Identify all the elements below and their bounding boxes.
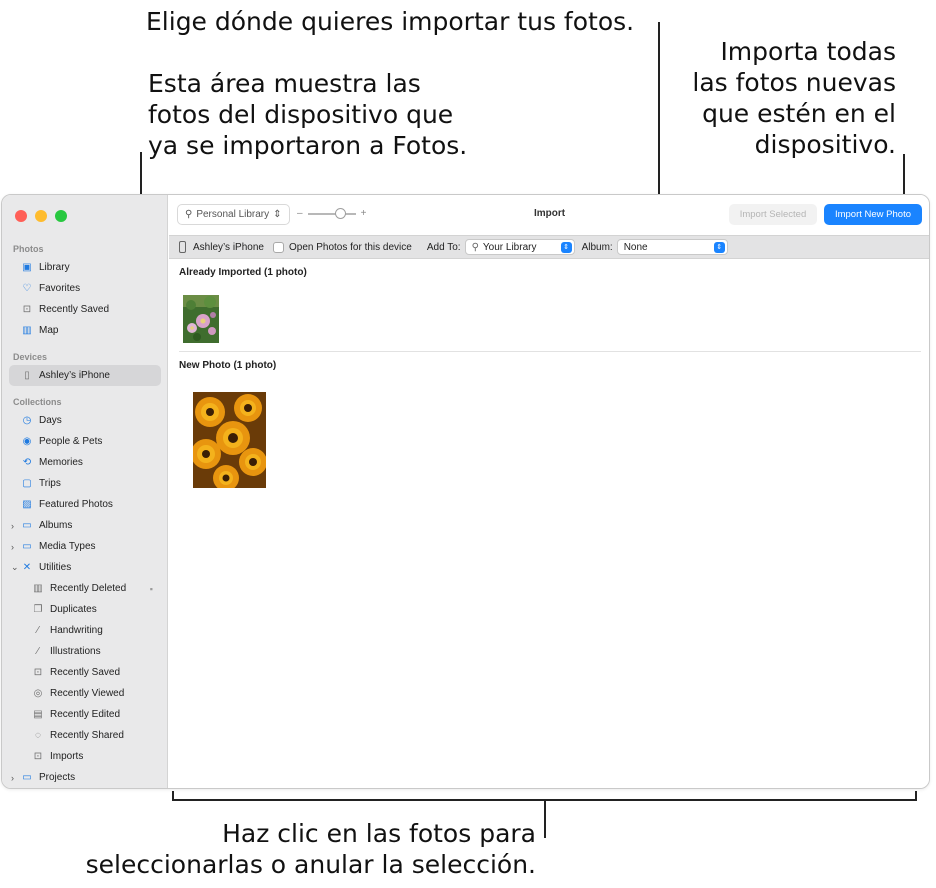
brush-icon: ∕ — [37, 645, 39, 657]
tools-icon: ✕ — [22, 561, 32, 573]
bracket-content-left — [172, 791, 174, 801]
add-to-label: Add To: — [426, 241, 461, 253]
chevron-updown-icon: ⇕ — [273, 209, 282, 220]
close-window-button[interactable] — [15, 210, 27, 222]
sidebar-item-recently-deleted[interactable]: ▥ Recently Deleted ▪ — [9, 578, 161, 599]
photos-window: Photos ▣ Library ♡ Favorites ⊡ Recently Sav… — [1, 194, 930, 789]
edit-icon: ▤ — [33, 708, 43, 720]
suitcase-icon: ▢ — [22, 477, 32, 489]
toolbar: ⚲ Personal Library ⇕ – + Import Import S… — [169, 195, 929, 235]
person-icon: ⚲ — [471, 241, 479, 253]
heart-icon: ♡ — [22, 282, 32, 294]
library-selector[interactable]: ⚲ Personal Library ⇕ — [177, 204, 290, 225]
already-imported-photo-thumbnail[interactable] — [183, 295, 219, 343]
photo-icon: ▨ — [22, 498, 32, 510]
sidebar-item-illustrations[interactable]: ∕ Illustrations — [9, 641, 161, 662]
memories-icon: ⟲ — [22, 456, 32, 468]
window-controls — [15, 210, 67, 222]
zoom-window-button[interactable] — [55, 210, 67, 222]
sidebar-item-favorites[interactable]: ♡ Favorites — [9, 278, 161, 299]
tray-icon: ⊡ — [33, 666, 43, 678]
new-photo-thumbnail[interactable] — [193, 392, 266, 488]
sidebar-item-media-types[interactable]: › ▭ Media Types — [9, 536, 161, 557]
library-icon: ▣ — [22, 261, 32, 273]
pen-icon: ⁄ — [37, 624, 39, 636]
lock-icon: ▪ — [149, 583, 153, 594]
minimize-window-button[interactable] — [35, 210, 47, 222]
sidebar-item-recently-viewed[interactable]: ◎ Recently Viewed — [9, 683, 161, 704]
chevron-updown-icon: ⇕ — [560, 242, 572, 253]
album-label: Album: — [581, 241, 613, 253]
orange-flowers-photo — [193, 392, 266, 488]
tray-icon: ⊡ — [22, 303, 32, 315]
trash-icon: ▥ — [33, 582, 43, 594]
bracket-content-right — [915, 791, 917, 801]
zoom-control: – + — [297, 207, 367, 219]
sidebar-item-days[interactable]: ◷ Days — [9, 410, 161, 431]
duplicate-icon: ❐ — [33, 603, 43, 615]
zoom-slider-knob[interactable] — [334, 207, 346, 219]
chevron-right-icon[interactable]: › — [11, 542, 14, 552]
sidebar-item-trips[interactable]: ▢ Trips — [9, 473, 161, 494]
iphone-icon: ▯ — [24, 369, 30, 381]
sidebar-item-projects[interactable]: › ▭ Projects — [9, 767, 161, 788]
sidebar-item-albums[interactable]: › ▭ Albums — [9, 515, 161, 536]
sidebar-item-handwriting[interactable]: ⁄ Handwriting — [9, 620, 161, 641]
chevron-right-icon[interactable]: › — [11, 773, 14, 783]
new-photo-header: New Photo (1 photo) — [179, 360, 277, 371]
sidebar-item-duplicates[interactable]: ❐ Duplicates — [9, 599, 161, 620]
open-photos-label[interactable]: Open Photos for this device — [289, 242, 412, 253]
sidebar-section-devices: Devices — [13, 352, 48, 362]
import-new-photo-button[interactable]: Import New Photo — [824, 204, 922, 225]
device-name: Ashley’s iPhone — [193, 241, 264, 253]
pink-flowers-photo — [183, 295, 219, 343]
callout-import-all: Importa todas las fotos nuevas que estén… — [692, 37, 896, 159]
sidebar-item-recently-edited[interactable]: ▤ Recently Edited — [9, 704, 161, 725]
iphone-icon — [179, 241, 186, 253]
sidebar-item-featured-photos[interactable]: ▨ Featured Photos — [9, 494, 161, 515]
zoom-slider[interactable] — [307, 207, 356, 219]
sidebar-item-memories[interactable]: ⟲ Memories — [9, 452, 161, 473]
import-selected-button[interactable]: Import Selected — [729, 204, 817, 225]
chevron-right-icon[interactable]: › — [11, 521, 14, 531]
map-icon: ▥ — [22, 324, 32, 336]
sidebar-item-map[interactable]: ▥ Map — [9, 320, 161, 341]
chevron-down-icon[interactable]: ⌄ — [11, 562, 19, 573]
album-select[interactable]: None ⇕ — [616, 239, 728, 255]
window-title: Import — [534, 208, 566, 219]
already-imported-header: Already Imported (1 photo) — [179, 267, 307, 278]
section-divider — [179, 351, 921, 352]
person-circle-icon: ◉ — [22, 435, 32, 447]
import-content: Already Imported (1 photo) New Photo (1 … — [169, 260, 929, 788]
leader-line-click-photos — [544, 800, 546, 838]
tray-icon: ⊡ — [33, 750, 43, 762]
sidebar-section-collections: Collections — [13, 397, 62, 407]
sidebar-item-library[interactable]: ▣ Library — [9, 257, 161, 278]
open-photos-checkbox[interactable] — [272, 241, 284, 253]
eye-icon: ◎ — [33, 687, 43, 699]
share-icon: ◌ — [35, 729, 41, 741]
zoom-out-label[interactable]: – — [297, 208, 303, 219]
sidebar-item-utilities[interactable]: ⌄ ✕ Utilities — [9, 557, 161, 578]
person-icon: ⚲ — [185, 209, 193, 220]
zoom-in-label[interactable]: + — [361, 208, 367, 219]
sidebar: Photos ▣ Library ♡ Favorites ⊡ Recently Sav… — [2, 195, 168, 788]
sidebar-section-photos: Photos — [13, 244, 44, 254]
sidebar-item-recently-shared[interactable]: ◌ Recently Shared — [9, 725, 161, 746]
sidebar-item-imports[interactable]: ⊡ Imports — [9, 746, 161, 767]
callout-already-imported: Esta área muestra las fotos del disposit… — [148, 69, 468, 160]
folder-icon: ▭ — [22, 540, 32, 552]
callout-destination: Elige dónde quieres importar tus fotos. — [146, 7, 635, 36]
sidebar-item-recently-saved-util[interactable]: ⊡ Recently Saved — [9, 662, 161, 683]
folder-icon: ▭ — [22, 519, 32, 531]
sidebar-item-people-pets[interactable]: ◉ People & Pets — [9, 431, 161, 452]
sidebar-item-recently-saved[interactable]: ⊡ Recently Saved — [9, 299, 161, 320]
chevron-updown-icon: ⇕ — [713, 242, 725, 253]
callout-click-photos: Haz clic en las fotos para seleccionarla… — [85, 819, 536, 879]
clock-icon: ◷ — [22, 414, 32, 426]
sidebar-item-device[interactable]: ▯ Ashley’s iPhone — [9, 365, 161, 386]
folder-icon: ▭ — [22, 771, 32, 783]
import-options-bar: Ashley’s iPhone Open Photos for this dev… — [169, 235, 929, 259]
add-to-select[interactable]: ⚲ Your Library ⇕ — [464, 239, 575, 255]
